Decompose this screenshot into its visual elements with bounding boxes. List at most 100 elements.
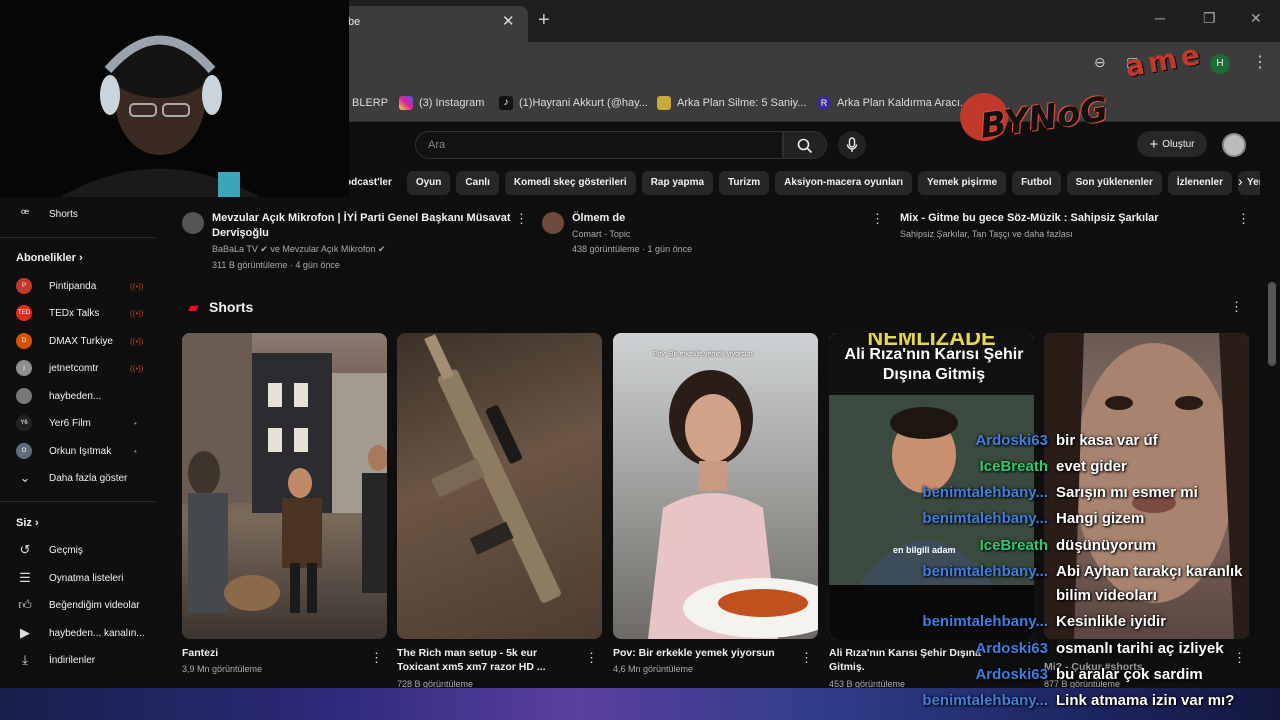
sidebar-item-subscription[interactable]: j jetnetcomtr ((•)) xyxy=(0,355,156,381)
chip[interactable]: Komedi skeç gösterileri xyxy=(504,171,636,195)
chip[interactable]: Son yüklenenler xyxy=(1066,171,1162,195)
channel-avatar[interactable] xyxy=(182,212,204,234)
sidebar-item-subscription[interactable]: TED TEDx Talks ((•)) xyxy=(0,300,156,326)
chat-message: Hangi gizem xyxy=(1056,510,1145,527)
sidebar-item-shorts[interactable]: ꟹ Shorts xyxy=(0,201,156,227)
short-title[interactable]: Fantezi xyxy=(182,646,362,660)
chip[interactable]: Oyun xyxy=(406,171,451,195)
chip[interactable]: Turizm xyxy=(719,171,770,195)
more-options-icon[interactable]: ⋮ xyxy=(1230,299,1243,315)
more-options-icon[interactable]: ⋮ xyxy=(1233,650,1246,666)
channel-avatar[interactable] xyxy=(542,212,564,234)
sidebar-item-subscription[interactable]: D DMAX Turkiye ((•)) xyxy=(0,328,156,354)
restore-icon[interactable]: ❐ xyxy=(1203,10,1216,27)
bookmark-item[interactable]: Arka Plan Silme: 5 Saniy... xyxy=(657,96,806,110)
video-title[interactable]: Ölmem de xyxy=(572,211,872,226)
you-header[interactable]: Siz › xyxy=(16,517,39,529)
short-thumbnail[interactable]: Pov: Bir erkekle yemek yiyorsun xyxy=(613,333,818,639)
bookmark-item[interactable]: (3) Instagram xyxy=(399,96,484,110)
chip[interactable]: Rap yapma xyxy=(641,171,714,195)
account-avatar[interactable] xyxy=(1222,133,1246,157)
short-title[interactable]: Pov: Bir erkekle yemek yiyorsun xyxy=(613,646,793,660)
short-views: 4,6 Mn görüntüleme xyxy=(613,664,694,674)
chat-message: düşünüyorum xyxy=(1056,537,1156,554)
page-scrollbar[interactable] xyxy=(1268,282,1276,366)
sidebar-item-label: jetnetcomtr xyxy=(49,362,99,374)
rifle-image xyxy=(424,334,561,603)
sidebar-item-downloads[interactable]: ⤓ İndirilenler xyxy=(0,647,156,673)
sidebar-item-playlists[interactable]: ☰ Oynatma listeleri xyxy=(0,565,156,591)
sidebar-item-subscription[interactable]: haybeden... xyxy=(0,383,156,409)
bookmark-item[interactable]: BLERP xyxy=(352,97,388,109)
chip[interactable]: Canlı xyxy=(456,171,499,195)
history-icon: ↺ xyxy=(19,542,31,557)
short-views: 3,9 Mn görüntüleme xyxy=(182,664,263,674)
live-indicator-icon: ((•)) xyxy=(130,308,144,318)
browser-tab[interactable]: be ✕ xyxy=(330,6,528,42)
more-options-icon[interactable]: ⋮ xyxy=(370,650,383,666)
new-tab-icon[interactable]: + xyxy=(538,9,550,32)
microphone-icon xyxy=(846,137,858,152)
more-options-icon[interactable]: ⋮ xyxy=(585,650,598,666)
chat-username: benimtalehbany... xyxy=(922,613,1048,630)
subscriptions-header[interactable]: Abonelikler › xyxy=(16,252,83,264)
sidebar-item-liked[interactable]: 👍︎ Beğendiğim videolar xyxy=(0,592,156,618)
browser-menu-icon[interactable]: ⋮ xyxy=(1252,52,1268,72)
sidebar-item-label: haybeden... xyxy=(49,390,102,402)
chevron-right-icon[interactable]: › xyxy=(1238,173,1243,189)
close-window-icon[interactable]: ✕ xyxy=(1250,10,1262,27)
sidebar-item-history[interactable]: ↺ Geçmiş xyxy=(0,537,156,563)
minimize-icon[interactable]: ─ xyxy=(1155,10,1165,26)
sidebar-item-subscription[interactable]: Y6 Yer6 Film • xyxy=(0,410,156,436)
chevron-right-icon: › xyxy=(34,517,39,529)
chip[interactable]: Aksiyon-macera oyunları xyxy=(775,171,913,195)
search-button[interactable] xyxy=(783,131,827,159)
show-more-button[interactable]: ⌄ Daha fazla göster xyxy=(0,465,156,491)
bookmark-item[interactable]: R Arka Plan Kaldırma Aracı... xyxy=(817,96,969,110)
divider xyxy=(0,237,156,238)
chip[interactable]: İzlenenler xyxy=(1167,171,1233,195)
more-options-icon[interactable]: ⋮ xyxy=(1237,211,1250,227)
chat-username: IceBreath xyxy=(979,458,1048,475)
short-caption: Ali Rıza'nın Karısı Şehir Dışına Gitmiş xyxy=(844,346,1024,383)
chip[interactable]: Yemek pişirme xyxy=(918,171,1007,195)
shorts-icon: ꟹ xyxy=(20,206,30,221)
short-thumbnail[interactable] xyxy=(397,333,602,639)
sidebar-item-channel[interactable]: ▶ haybeden... kanalın... xyxy=(0,620,156,646)
chat-message: Abi Ayhan tarakçı karanlık xyxy=(1056,563,1243,580)
video-channel[interactable]: Sahipsiz Şarkılar, Tan Taşçı ve daha faz… xyxy=(900,229,1073,239)
streamer-webcam-image xyxy=(0,0,349,197)
voice-search-button[interactable] xyxy=(838,131,866,159)
more-options-icon[interactable]: ⋮ xyxy=(515,211,528,227)
create-label: Oluştur xyxy=(1162,138,1195,150)
channel-avatar: Y6 xyxy=(16,415,32,431)
chip[interactable]: odcast'ler xyxy=(340,171,401,195)
search-icon xyxy=(797,138,813,154)
sidebar-item-subscription[interactable]: P Pintipanda ((•)) xyxy=(0,273,156,299)
more-options-icon[interactable]: ⋮ xyxy=(800,650,813,666)
video-channel[interactable]: Comart - Topic xyxy=(572,229,630,239)
bookmark-item[interactable]: ♪ (1)Hayrani Akkurt (@hay... xyxy=(499,96,648,110)
video-title[interactable]: Mevzular Açık Mikrofon | İYİ Parti Genel… xyxy=(212,211,512,241)
short-thumbnail[interactable] xyxy=(182,333,387,639)
channel-avatar xyxy=(16,388,32,404)
video-title[interactable]: Mix - Gitme bu gece Söz-Müzik : Sahipsiz… xyxy=(900,211,1200,226)
chat-message: bir kasa var úf xyxy=(1056,432,1158,449)
bookmark-label: Arka Plan Kaldırma Aracı... xyxy=(837,97,970,109)
chip[interactable]: Futbol xyxy=(1012,171,1061,195)
search-input[interactable]: Ara xyxy=(415,131,783,159)
you-title: Siz xyxy=(16,517,32,529)
chevron-down-icon: ⌄ xyxy=(19,470,31,485)
video-channel[interactable]: BaBaLa TV ✔ ve Mevzular Açık Mikrofon ✔ xyxy=(212,244,385,255)
bookmark-label: (3) Instagram xyxy=(419,97,485,109)
short-title[interactable]: The Rich man setup - 5k eur Toxicant xm5… xyxy=(397,646,567,674)
your-videos-icon: ▶ xyxy=(20,625,30,640)
channel-avatar: j xyxy=(16,360,32,376)
chat-message: bilim videoları xyxy=(1056,587,1157,604)
chat-username: Ardoski63 xyxy=(975,432,1048,449)
channel-avatar: D xyxy=(16,333,32,349)
more-options-icon[interactable]: ⋮ xyxy=(871,211,884,227)
sidebar-item-subscription[interactable]: O Orkun Işıtmak • xyxy=(0,438,156,464)
woman-dining-image xyxy=(648,370,818,639)
close-tab-icon[interactable]: ✕ xyxy=(502,12,515,30)
